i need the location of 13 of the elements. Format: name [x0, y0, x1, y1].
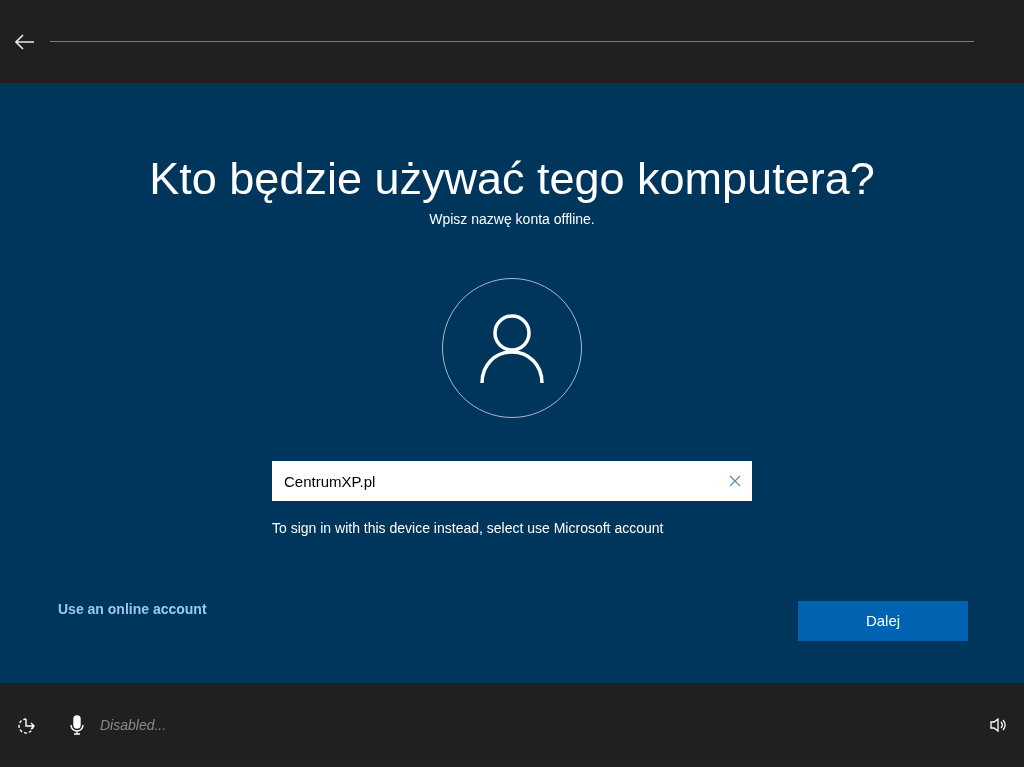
voice-status: Disabled... — [100, 715, 167, 735]
person-icon — [479, 313, 545, 383]
name-input-field[interactable]: CentrumXP.pl — [272, 461, 752, 501]
page-subtitle: Wpisz nazwę konta offline. — [429, 210, 595, 229]
back-arrow-icon — [15, 33, 35, 50]
page-title: Kto będzie używać tego komputera? — [149, 153, 875, 205]
sign-in-hint: To sign in with this device instead, select use Microsoft account — [272, 519, 665, 538]
speaker-icon[interactable] — [990, 717, 1006, 733]
next-button[interactable]: Dalej — [798, 601, 968, 641]
clear-icon[interactable] — [729, 475, 741, 487]
online-account-link[interactable]: Use an online account — [58, 599, 207, 620]
microphone-icon[interactable] — [70, 715, 84, 735]
accessibility-icon[interactable] — [16, 715, 36, 735]
